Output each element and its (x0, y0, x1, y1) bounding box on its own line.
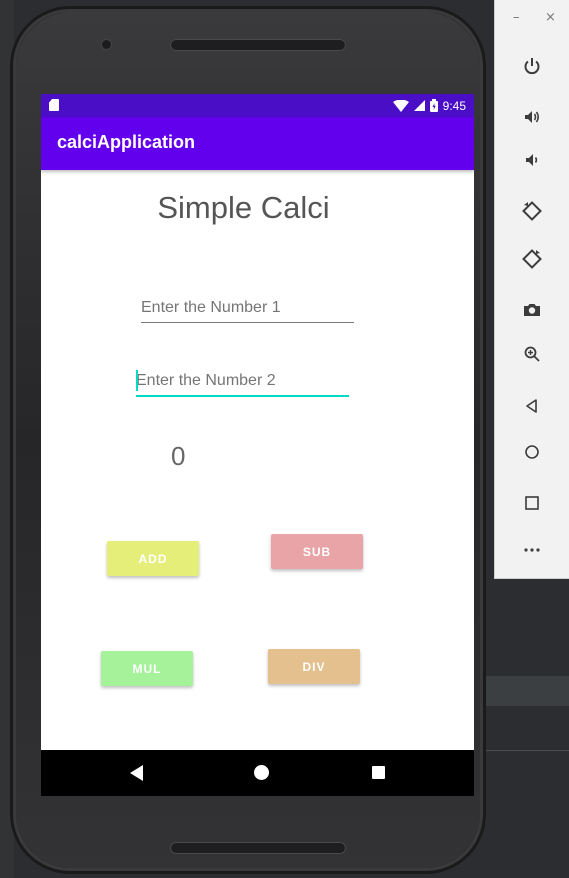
status-indicators: 9:45 (392, 97, 466, 114)
bottom-speaker (170, 842, 346, 854)
more-icon[interactable] (517, 535, 547, 565)
battery-icon (429, 99, 438, 112)
rotate-right-icon[interactable] (517, 244, 547, 274)
navigation-bar (41, 750, 474, 796)
result-display: 0 (171, 441, 186, 471)
text-cursor (136, 370, 138, 391)
wifi-icon (392, 99, 409, 112)
app-bar: calciApplication (41, 117, 474, 170)
recents-icon[interactable] (372, 766, 385, 779)
minimize-button[interactable]: – (513, 10, 520, 25)
power-icon[interactable] (517, 51, 547, 81)
volume-up-icon[interactable] (517, 102, 547, 132)
sub-button[interactable]: SUB (271, 534, 363, 569)
home-icon[interactable] (517, 437, 547, 467)
device-frame: 9:45 calciApplication Simple Calci 0 ADD… (10, 6, 486, 874)
front-camera (102, 40, 111, 49)
volume-down-icon[interactable] (517, 145, 547, 175)
back-icon[interactable] (517, 391, 547, 421)
back-icon[interactable] (130, 765, 143, 781)
status-time: 9:45 (442, 98, 466, 113)
number2-input[interactable] (136, 367, 349, 397)
page-title: Simple Calci (157, 190, 330, 225)
add-button[interactable]: ADD (107, 541, 199, 576)
number1-input[interactable] (141, 294, 354, 323)
emulator-toolbar: – × (494, 0, 569, 579)
mul-button[interactable]: MUL (101, 651, 193, 686)
status-bar: 9:45 (41, 94, 474, 117)
camera-icon[interactable] (517, 295, 547, 325)
close-button[interactable]: × (545, 10, 556, 25)
rotate-left-icon[interactable] (517, 196, 547, 226)
overview-icon[interactable] (517, 488, 547, 518)
div-button[interactable]: DIV (268, 649, 360, 684)
zoom-icon[interactable] (517, 339, 547, 369)
signal-icon (413, 100, 425, 111)
app-title: calciApplication (57, 132, 196, 152)
top-speaker (170, 39, 346, 51)
home-icon[interactable] (254, 765, 269, 780)
sd-card-icon (49, 99, 59, 111)
device-screen: 9:45 calciApplication Simple Calci 0 ADD… (41, 94, 474, 796)
